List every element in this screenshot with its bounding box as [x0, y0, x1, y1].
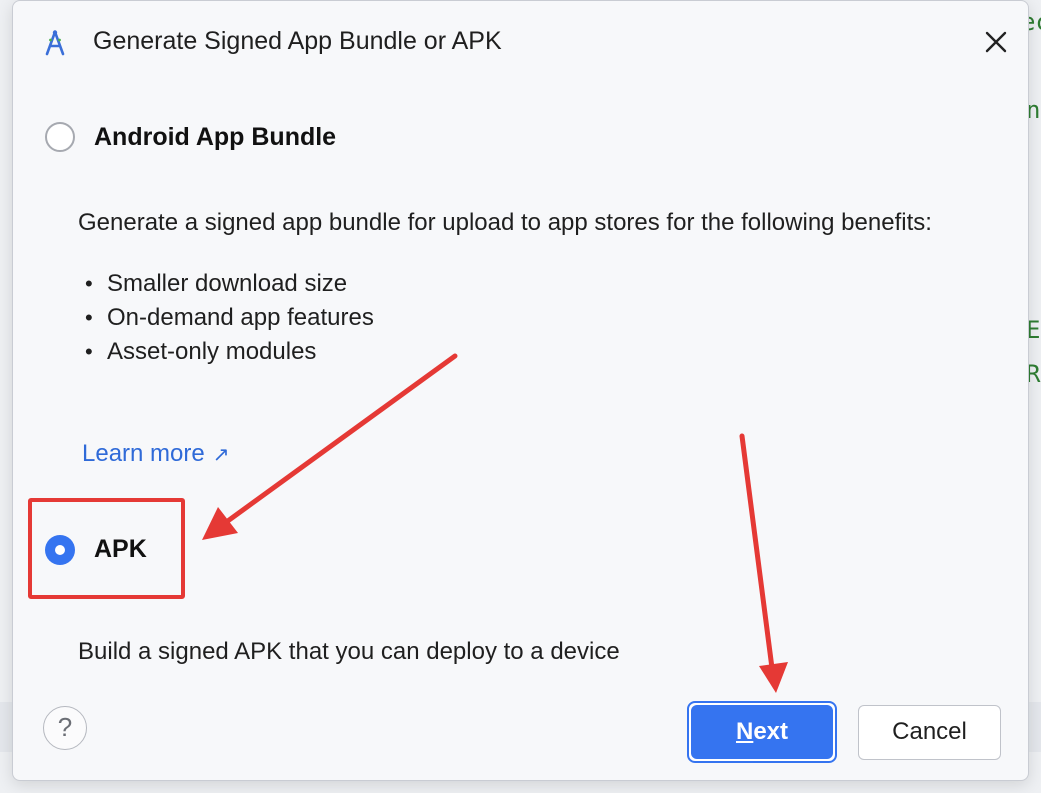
- generate-signed-dialog: Generate Signed App Bundle or APK Androi…: [12, 0, 1029, 781]
- radio-apk[interactable]: [45, 535, 75, 565]
- external-link-icon: ↗: [212, 444, 230, 466]
- list-item: Asset-only modules: [85, 335, 374, 369]
- radio-android-app-bundle[interactable]: [45, 122, 75, 152]
- next-button[interactable]: Next: [691, 705, 833, 759]
- close-icon[interactable]: [979, 25, 1013, 59]
- benefits-list: Smaller download size On-demand app feat…: [85, 267, 374, 369]
- bundle-description: Generate a signed app bundle for upload …: [78, 209, 932, 236]
- dialog-title: Generate Signed App Bundle or APK: [93, 27, 502, 55]
- cancel-button[interactable]: Cancel: [858, 705, 1001, 760]
- option-label-apk[interactable]: APK: [94, 535, 147, 564]
- list-item: Smaller download size: [85, 267, 374, 301]
- option-label-android-app-bundle[interactable]: Android App Bundle: [94, 123, 336, 152]
- learn-more-label[interactable]: Learn more: [82, 440, 205, 467]
- apk-description: Build a signed APK that you can deploy t…: [78, 638, 620, 665]
- help-button[interactable]: ?: [43, 706, 87, 750]
- next-label: ext: [753, 718, 789, 745]
- learn-more-link[interactable]: Learn more ↗: [82, 440, 230, 468]
- list-item: On-demand app features: [85, 301, 374, 335]
- next-mnemonic: N: [735, 718, 754, 745]
- android-studio-icon: [45, 30, 65, 56]
